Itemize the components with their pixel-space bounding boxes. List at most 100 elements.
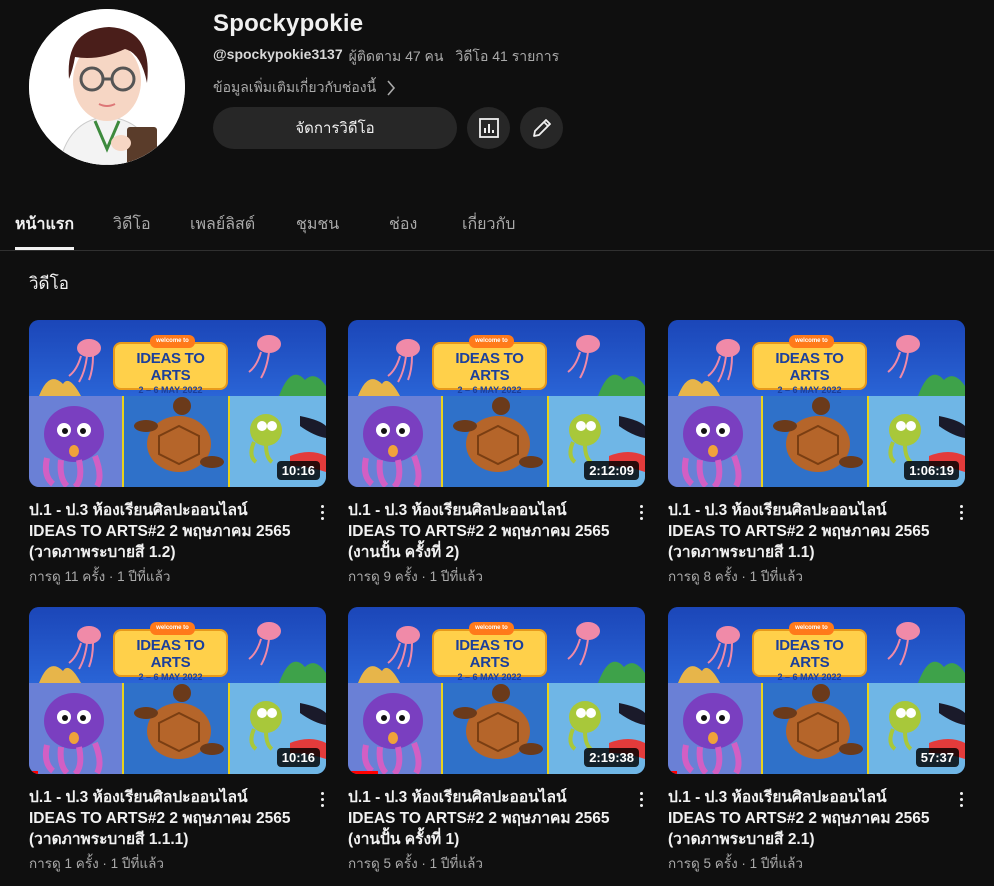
tab-videos[interactable]: วิดีโอ — [113, 212, 151, 250]
video-duration: 1:06:19 — [904, 461, 959, 480]
more-options-icon[interactable] — [312, 787, 332, 811]
analytics-button[interactable] — [467, 107, 510, 149]
thumb-title: IDEAS TO ARTS — [136, 350, 205, 384]
thumb-panel-octopus — [668, 396, 761, 487]
video-card[interactable]: welcome to IDEAS TO ARTS 2 – 6 MAY 2022 — [668, 607, 965, 874]
thumb-banner: welcome to IDEAS TO ARTS 2 – 6 MAY 2022 — [432, 335, 547, 395]
turtle-art — [773, 397, 863, 472]
thumb-title: IDEAS TO ARTS — [455, 350, 524, 384]
analytics-icon — [478, 118, 499, 138]
thumb-dates: 2 – 6 MAY 2022 — [777, 672, 842, 682]
video-duration: 10:16 — [276, 748, 320, 767]
thumb-panel-octopus — [29, 396, 122, 487]
channel-actions: จัดการวิดีโอ — [213, 107, 563, 149]
video-title[interactable]: ป.1 - ป.3 ห้องเรียนศิลปะออนไลน์ IDEAS TO… — [348, 500, 618, 563]
thumb-panel-octopus — [668, 683, 761, 774]
video-count: วิดีโอ 41 รายการ — [455, 48, 560, 64]
tab-channels[interactable]: ช่อง — [389, 212, 417, 250]
watch-progress — [29, 771, 38, 774]
video-card[interactable]: welcome to IDEAS TO ARTS 2 – 6 MAY 2022 — [348, 320, 645, 587]
thumb-dates: 2 – 6 MAY 2022 — [777, 385, 842, 395]
thumb-dates: 2 – 6 MAY 2022 — [457, 385, 522, 395]
thumb-banner: welcome to IDEAS TO ARTS 2 – 6 MAY 2022 — [432, 622, 547, 682]
thumb-welcome: welcome to — [469, 622, 514, 635]
thumb-banner: welcome to IDEAS TO ARTS 2 – 6 MAY 2022 — [752, 335, 867, 395]
thumb-panel-turtle — [124, 683, 228, 774]
thumb-dates: 2 – 6 MAY 2022 — [457, 672, 522, 682]
video-card[interactable]: welcome to IDEAS TO ARTS 2 – 6 MAY 2022 — [29, 320, 326, 587]
video-stats: การดู 8 ครั้ง · 1 ปีที่แล้ว — [668, 569, 803, 584]
video-thumbnail[interactable]: welcome to IDEAS TO ARTS 2 – 6 MAY 2022 — [348, 607, 645, 774]
thumb-welcome: welcome to — [150, 335, 195, 348]
thumb-panel-octopus — [348, 683, 441, 774]
thumb-welcome: welcome to — [469, 335, 514, 348]
tab-community[interactable]: ชุมชน — [296, 212, 339, 250]
video-title[interactable]: ป.1 - ป.3 ห้องเรียนศิลปะออนไลน์ IDEAS TO… — [668, 787, 938, 850]
channel-meta: @spockypokie3137 ผู้ติดตาม 47 คน วิดีโอ … — [213, 46, 559, 68]
tab-home[interactable]: หน้าแรก — [15, 212, 75, 250]
thumb-title: IDEAS TO ARTS — [455, 637, 524, 671]
thumb-title: IDEAS TO ARTS — [136, 637, 205, 671]
video-thumbnail[interactable]: welcome to IDEAS TO ARTS 2 – 6 MAY 2022 — [29, 320, 326, 487]
video-stats: การดู 11 ครั้ง · 1 ปีที่แล้ว — [29, 569, 171, 584]
thumb-title: IDEAS TO ARTS — [775, 350, 844, 384]
more-options-icon[interactable] — [951, 500, 971, 524]
thumb-banner: welcome to IDEAS TO ARTS 2 – 6 MAY 2022 — [752, 622, 867, 682]
octopus-art — [681, 406, 743, 487]
octopus-art — [681, 693, 743, 774]
channel-info: Spockypokie @spockypokie3137 ผู้ติดตาม 4… — [213, 10, 559, 99]
tab-playlists[interactable]: เพลย์ลิสต์ — [190, 212, 255, 250]
thumb-panel-turtle — [763, 396, 867, 487]
thumb-welcome: welcome to — [789, 622, 834, 635]
video-card[interactable]: welcome to IDEAS TO ARTS 2 – 6 MAY 2022 — [668, 320, 965, 587]
edit-pencil-icon — [532, 119, 551, 137]
video-thumbnail[interactable]: welcome to IDEAS TO ARTS 2 – 6 MAY 2022 — [29, 607, 326, 774]
more-info-link[interactable]: ข้อมูลเพิ่มเติมเกี่ยวกับช่องนี้ — [213, 77, 559, 99]
turtle-art — [134, 397, 224, 472]
video-title[interactable]: ป.1 - ป.3 ห้องเรียนศิลปะออนไลน์ IDEAS TO… — [29, 500, 299, 563]
watch-progress — [668, 771, 677, 774]
edit-channel-button[interactable] — [520, 107, 563, 149]
video-thumbnail[interactable]: welcome to IDEAS TO ARTS 2 – 6 MAY 2022 — [668, 320, 965, 487]
video-card[interactable]: welcome to IDEAS TO ARTS 2 – 6 MAY 2022 — [29, 607, 326, 874]
thumb-title: IDEAS TO ARTS — [775, 637, 844, 671]
video-stats: การดู 9 ครั้ง · 1 ปีที่แล้ว — [348, 569, 483, 584]
video-title[interactable]: ป.1 - ป.3 ห้องเรียนศิลปะออนไลน์ IDEAS TO… — [668, 500, 938, 563]
turtle-art — [134, 684, 224, 759]
more-options-icon[interactable] — [951, 787, 971, 811]
channel-avatar[interactable] — [29, 9, 185, 165]
octopus-art — [361, 693, 423, 774]
channel-name: Spockypokie — [213, 10, 364, 37]
turtle-art — [773, 684, 863, 759]
manage-videos-button[interactable]: จัดการวิดีโอ — [213, 107, 457, 149]
video-stats: การดู 1 ครั้ง · 1 ปีที่แล้ว — [29, 856, 164, 871]
watch-progress — [348, 771, 378, 774]
thumb-panel-octopus — [348, 396, 441, 487]
thumb-banner: welcome to IDEAS TO ARTS 2 – 6 MAY 2022 — [113, 335, 228, 395]
more-options-icon[interactable] — [631, 787, 651, 811]
thumb-dates: 2 – 6 MAY 2022 — [138, 672, 203, 682]
channel-handle: @spockypokie3137 — [213, 46, 343, 62]
thumb-panel-turtle — [124, 396, 228, 487]
chevron-right-icon — [387, 80, 396, 96]
video-stats: การดู 5 ครั้ง · 1 ปีที่แล้ว — [668, 856, 803, 871]
video-stats: การดู 5 ครั้ง · 1 ปีที่แล้ว — [348, 856, 483, 871]
tab-about[interactable]: เกี่ยวกับ — [462, 212, 515, 250]
channel-tabs: หน้าแรก วิดีโอ เพลย์ลิสต์ ชุมชน ช่อง เกี… — [0, 196, 994, 251]
thumb-banner: welcome to IDEAS TO ARTS 2 – 6 MAY 2022 — [113, 622, 228, 682]
thumb-panel-turtle — [443, 683, 547, 774]
video-thumbnail[interactable]: welcome to IDEAS TO ARTS 2 – 6 MAY 2022 — [348, 320, 645, 487]
video-title[interactable]: ป.1 - ป.3 ห้องเรียนศิลปะออนไลน์ IDEAS TO… — [29, 787, 299, 850]
thumb-panel-octopus — [29, 683, 122, 774]
more-options-icon[interactable] — [631, 500, 651, 524]
video-duration: 10:16 — [276, 461, 320, 480]
section-title[interactable]: วิดีโอ — [29, 270, 69, 297]
thumb-panel-turtle — [763, 683, 867, 774]
more-options-icon[interactable] — [312, 500, 332, 524]
subscriber-count: ผู้ติดตาม 47 คน — [348, 48, 444, 64]
video-thumbnail[interactable]: welcome to IDEAS TO ARTS 2 – 6 MAY 2022 — [668, 607, 965, 774]
video-duration: 57:37 — [915, 748, 959, 767]
video-title[interactable]: ป.1 - ป.3 ห้องเรียนศิลปะออนไลน์ IDEAS TO… — [348, 787, 618, 850]
video-card[interactable]: welcome to IDEAS TO ARTS 2 – 6 MAY 2022 — [348, 607, 645, 874]
more-info-label: ข้อมูลเพิ่มเติมเกี่ยวกับช่องนี้ — [213, 79, 377, 95]
